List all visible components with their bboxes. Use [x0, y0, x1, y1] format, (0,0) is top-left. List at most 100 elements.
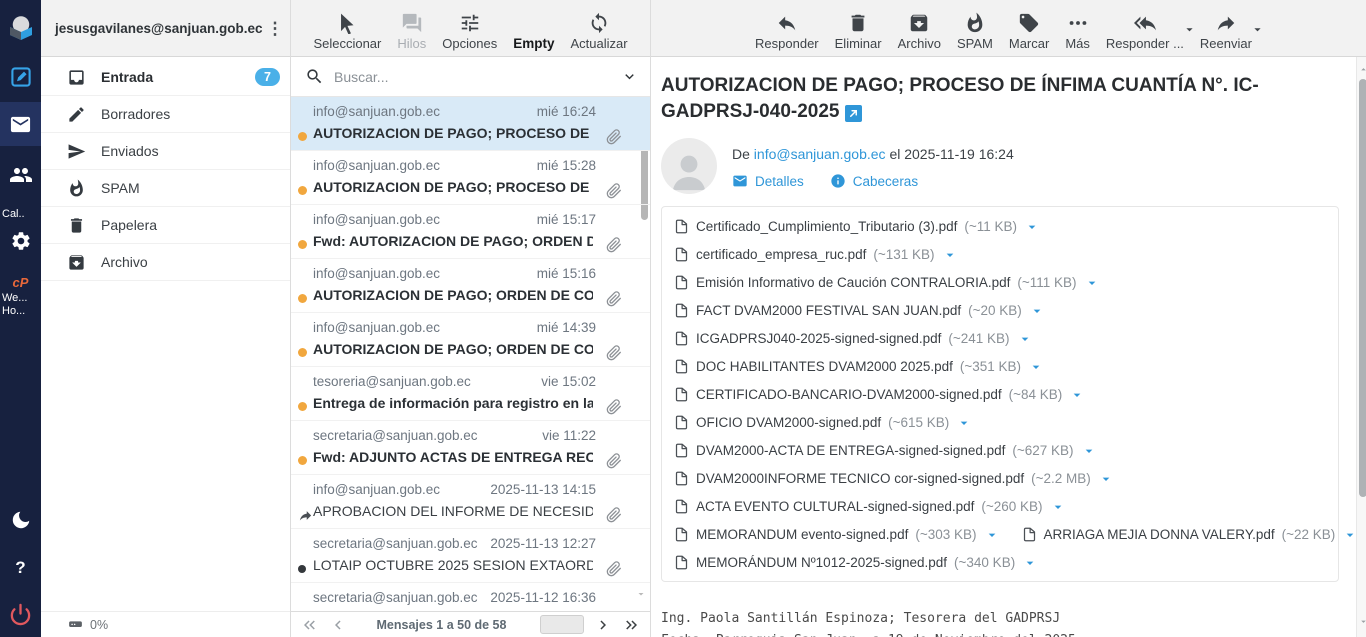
message-list-item[interactable]: secretaria@sanjuan.gob.ec 2025-11-13 12:… — [291, 529, 650, 583]
view-toolbar-marcar-button[interactable]: Marcar — [1009, 7, 1049, 51]
attachment-menu-caret-icon[interactable] — [984, 525, 1000, 543]
attachment-item[interactable]: ACTA EVENTO CULTURAL-signed-signed.pdf (… — [674, 497, 1066, 515]
webmail-home-label[interactable]: We... Ho... — [0, 292, 41, 320]
message-list-item[interactable]: info@sanjuan.gob.ec mié 15:16 AUTORIZACI… — [291, 259, 650, 313]
attachment-item[interactable]: certificado_empresa_ruc.pdf (~131 KB) — [674, 245, 958, 263]
view-toolbar-eliminar-button[interactable]: Eliminar — [835, 7, 882, 51]
attachment-menu-caret-icon[interactable] — [1029, 301, 1045, 319]
view-toolbar-spam-button[interactable]: SPAM — [957, 7, 993, 51]
calendar-nav-label[interactable]: Cal.. — [0, 208, 41, 221]
view-scrollbar-thumb[interactable] — [1359, 79, 1366, 497]
list-toolbar-actualizar-button[interactable]: Actualizar — [570, 7, 627, 51]
attachment-item[interactable]: FACT DVAM2000 FESTIVAL SAN JUAN.pdf (~20… — [674, 301, 1045, 319]
page-input[interactable] — [540, 615, 584, 634]
search-options-chevron-icon[interactable] — [621, 68, 638, 85]
list-toolbar-opciones-button[interactable]: Opciones — [442, 7, 497, 51]
folder-label: Archivo — [101, 254, 148, 270]
folder-item-entrada[interactable]: Entrada 7 — [41, 59, 290, 96]
dropdown-caret-icon[interactable] — [1182, 22, 1197, 42]
message-count-text: Mensajes 1 a 50 de 58 — [347, 618, 536, 632]
attachment-item[interactable]: MEMORÁNDUM Nº1012-2025-signed.pdf (~340 … — [674, 553, 1038, 571]
message-list-item[interactable]: info@sanjuan.gob.ec 2025-11-13 14:15 APR… — [291, 475, 650, 529]
view-toolbar-mas-button[interactable]: Más — [1065, 7, 1090, 51]
dark-mode-moon-icon[interactable] — [0, 503, 41, 537]
folder-item-archivo[interactable]: Archivo — [41, 244, 290, 281]
sender-email-link[interactable]: info@sanjuan.gob.ec — [754, 146, 886, 162]
scroll-down-icon[interactable] — [1357, 614, 1366, 632]
open-in-new-window-icon[interactable] — [845, 105, 862, 122]
attachment-menu-caret-icon[interactable] — [1069, 385, 1085, 403]
unread-dot-icon[interactable] — [298, 294, 308, 304]
details-button[interactable]: Detalles — [732, 173, 804, 189]
view-toolbar-responder-button[interactable]: Responder ... — [1106, 7, 1184, 51]
last-page-button[interactable] — [622, 616, 640, 634]
list-toolbar-hilos-button[interactable]: Hilos — [397, 7, 426, 51]
attachment-menu-caret-icon[interactable] — [956, 413, 972, 431]
read-dot-icon[interactable] — [298, 564, 308, 574]
list-toolbar-empty-button[interactable]: Empty — [513, 7, 554, 51]
unread-dot-icon[interactable] — [298, 186, 308, 196]
message-list-item[interactable]: secretaria@sanjuan.gob.ec 2025-11-12 16:… — [291, 583, 650, 611]
logout-power-icon[interactable] — [0, 597, 41, 631]
message-list-item[interactable]: secretaria@sanjuan.gob.ec vie 11:22 Fwd:… — [291, 421, 650, 475]
pdf-file-icon — [674, 443, 689, 458]
compose-icon[interactable] — [0, 60, 41, 94]
attachment-item[interactable]: CERTIFICADO-BANCARIO-DVAM2000-signed.pdf… — [674, 385, 1085, 403]
attachment-item[interactable]: ARRIAGA MEJIA DONNA VALERY.pdf (~22 KB) — [1022, 525, 1359, 543]
attachment-menu-caret-icon[interactable] — [1022, 553, 1038, 571]
help-icon[interactable]: ? — [0, 551, 41, 585]
attachment-menu-caret-icon[interactable] — [1081, 441, 1097, 459]
view-toolbar-archivo-button[interactable]: Archivo — [898, 7, 941, 51]
attachment-item[interactable]: ICGADPRSJ040-2025-signed-signed.pdf (~24… — [674, 329, 1033, 347]
view-toolbar-responder-button[interactable]: Responder — [755, 7, 819, 51]
prev-page-button[interactable] — [329, 616, 347, 634]
cpanel-logo[interactable]: cP — [13, 274, 29, 290]
attachment-menu-caret-icon[interactable] — [1024, 217, 1040, 235]
unread-dot-icon[interactable] — [298, 132, 308, 142]
message-list-item[interactable]: info@sanjuan.gob.ec mié 14:39 AUTORIZACI… — [291, 313, 650, 367]
folder-item-enviados[interactable]: Enviados — [41, 133, 290, 170]
attachment-menu-caret-icon[interactable] — [1050, 497, 1066, 515]
message-list-item[interactable]: info@sanjuan.gob.ec mié 16:24 AUTORIZACI… — [291, 97, 650, 151]
contacts-icon[interactable] — [0, 158, 41, 192]
attachment-item[interactable]: OFICIO DVAM2000-signed.pdf (~615 KB) — [674, 413, 972, 431]
attachment-menu-caret-icon[interactable] — [942, 245, 958, 263]
pdf-file-icon — [674, 219, 689, 234]
next-page-button[interactable] — [594, 616, 612, 634]
message-list-item[interactable]: info@sanjuan.gob.ec mié 15:28 AUTORIZACI… — [291, 151, 650, 205]
message-body: Ing. Paola Santillán Espinoza; Tesorera … — [661, 608, 1339, 637]
scroll-up-icon[interactable] — [1357, 62, 1366, 80]
attachment-item[interactable]: Emisión Informativo de Caución CONTRALOR… — [674, 273, 1100, 291]
view-toolbar-reenviar-button[interactable]: Reenviar — [1200, 7, 1252, 51]
attachment-item[interactable]: MEMORANDUM evento-signed.pdf (~303 KB) — [674, 525, 1000, 543]
attachment-menu-caret-icon[interactable] — [1028, 357, 1044, 375]
unread-dot-icon[interactable] — [298, 348, 308, 358]
attachment-menu-caret-icon[interactable] — [1098, 469, 1114, 487]
unread-dot-icon[interactable] — [298, 402, 308, 412]
dropdown-caret-icon[interactable] — [1250, 22, 1265, 42]
view-scrollbar[interactable] — [1356, 57, 1366, 637]
unread-dot-icon[interactable] — [298, 240, 308, 250]
list-toolbar-seleccionar-button[interactable]: Seleccionar — [313, 7, 381, 51]
attachment-item[interactable]: Certificado_Cumplimiento_Tributario (3).… — [674, 217, 1040, 235]
attachment-item[interactable]: DOC HABILITANTES DVAM2000 2025.pdf (~351… — [674, 357, 1044, 375]
folder-item-borradores[interactable]: Borradores — [41, 96, 290, 133]
attachment-item[interactable]: DVAM2000INFORME TECNICO cor-signed-signe… — [674, 469, 1114, 487]
folder-item-papelera[interactable]: Papelera — [41, 207, 290, 244]
message-list-item[interactable]: info@sanjuan.gob.ec mié 15:17 Fwd: AUTOR… — [291, 205, 650, 259]
app-logo-icon[interactable] — [0, 6, 41, 50]
settings-gear-icon[interactable] — [0, 224, 41, 258]
attachment-menu-caret-icon[interactable] — [1084, 273, 1100, 291]
search-input[interactable] — [334, 69, 611, 85]
attachment-menu-caret-icon[interactable] — [1017, 329, 1033, 347]
search-bar[interactable] — [291, 57, 650, 97]
unread-dot-icon[interactable] — [298, 456, 308, 466]
kebab-menu-icon[interactable]: ⋮ — [263, 18, 288, 39]
message-view-panel: Responder Eliminar Archivo SPAM Marcar M… — [651, 0, 1366, 637]
folder-item-spam[interactable]: SPAM — [41, 170, 290, 207]
mail-nav-icon[interactable] — [0, 102, 41, 146]
headers-button[interactable]: Cabeceras — [830, 173, 918, 189]
first-page-button[interactable] — [301, 616, 319, 634]
attachment-item[interactable]: DVAM2000-ACTA DE ENTREGA-signed-signed.p… — [674, 441, 1097, 459]
message-list-item[interactable]: tesoreria@sanjuan.gob.ec vie 15:02 Entre… — [291, 367, 650, 421]
